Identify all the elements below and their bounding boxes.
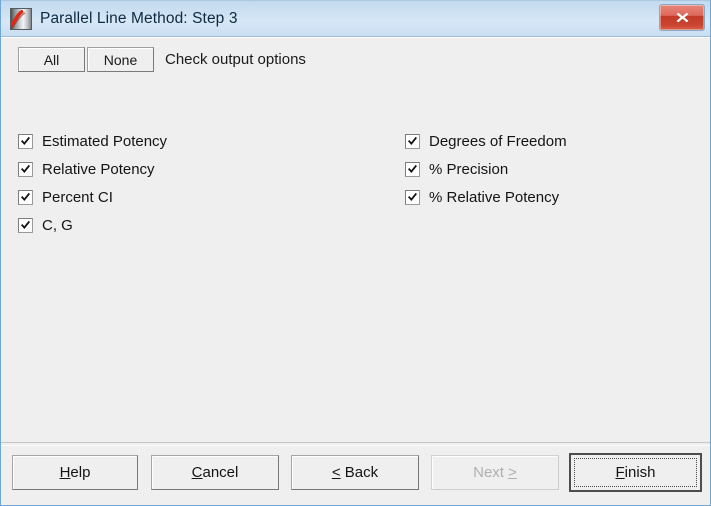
back-rest: Back <box>340 464 379 481</box>
checkmark-icon <box>21 164 30 173</box>
finish-button[interactable]: Finish <box>569 453 702 492</box>
help-rest: elp <box>70 464 91 481</box>
checkbox-box[interactable] <box>405 161 420 177</box>
next-pre: Next <box>473 464 509 481</box>
checkbox-label: C, G <box>42 216 73 234</box>
finish-rest: inish <box>624 464 656 481</box>
cancel-rest: ancel <box>202 464 239 481</box>
next-button: Next > <box>431 455 559 490</box>
finish-focus-ring: Finish <box>571 455 700 490</box>
checkbox-estimated-potency[interactable]: Estimated Potency <box>18 127 167 155</box>
select-none-button[interactable]: None <box>87 47 154 72</box>
finish-mnemonic: F <box>615 464 625 481</box>
checkbox-box[interactable] <box>405 189 420 205</box>
checkbox-relative-potency[interactable]: Relative Potency <box>18 155 167 183</box>
checkbox-box[interactable] <box>18 133 33 149</box>
checkbox-percent-ci[interactable]: Percent CI <box>18 183 167 211</box>
help-mnemonic: H <box>59 464 71 481</box>
back-mnemonic: < <box>331 464 341 481</box>
help-button-label: Help <box>60 464 91 481</box>
next-mnemonic: > <box>508 464 517 481</box>
checkbox-percent-relative-potency[interactable]: % Relative Potency <box>405 183 567 211</box>
checkmark-icon <box>21 136 30 145</box>
checkbox-box[interactable] <box>18 217 33 233</box>
checkbox-box[interactable] <box>18 161 33 177</box>
dialog-window: Parallel Line Method: Step 3 All None Ch… <box>0 0 711 506</box>
cancel-button[interactable]: Cancel <box>151 455 279 490</box>
checkmark-icon <box>408 136 417 145</box>
options-right-column: Degrees of Freedom % Precision % Relativ… <box>405 127 567 211</box>
checkbox-c-g[interactable]: C, G <box>18 211 167 239</box>
checkmark-icon <box>21 220 30 229</box>
instruction-label: Check output options <box>165 51 306 68</box>
select-all-button[interactable]: All <box>18 47 85 72</box>
checkbox-box[interactable] <box>405 133 420 149</box>
dialog-button-bar: Help Cancel < Back Next > Finish <box>1 446 710 505</box>
checkbox-label: Percent CI <box>42 188 113 206</box>
select-toolbar: All None Check output options <box>18 47 306 72</box>
close-icon <box>676 12 688 23</box>
checkbox-label: % Precision <box>429 160 509 178</box>
back-button[interactable]: < Back <box>291 455 419 490</box>
checkbox-label: Degrees of Freedom <box>429 132 567 150</box>
close-button[interactable] <box>659 4 705 31</box>
finish-button-label: Finish <box>615 464 655 481</box>
dialog-client-area: All None Check output options Estimated … <box>1 37 710 504</box>
checkbox-percent-precision[interactable]: % Precision <box>405 155 567 183</box>
back-button-label: < Back <box>332 464 378 481</box>
help-button[interactable]: Help <box>12 455 138 490</box>
checkbox-label: Relative Potency <box>42 160 155 178</box>
parallel-line-chart-icon <box>10 7 32 30</box>
next-button-label: Next > <box>473 464 517 481</box>
checkbox-label: % Relative Potency <box>429 188 560 206</box>
checkbox-degrees-of-freedom[interactable]: Degrees of Freedom <box>405 127 567 155</box>
checkbox-box[interactable] <box>18 189 33 205</box>
checkmark-icon <box>408 192 417 201</box>
checkmark-icon <box>408 164 417 173</box>
cancel-mnemonic: C <box>191 464 203 481</box>
checkbox-label: Estimated Potency <box>42 132 168 150</box>
red-curve-glyph <box>11 9 26 29</box>
title-bar: Parallel Line Method: Step 3 <box>1 0 710 37</box>
cancel-button-label: Cancel <box>192 464 239 481</box>
options-left-column: Estimated Potency Relative Potency Perce… <box>18 127 167 239</box>
window-title: Parallel Line Method: Step 3 <box>40 9 238 27</box>
checkmark-icon <box>21 192 30 201</box>
